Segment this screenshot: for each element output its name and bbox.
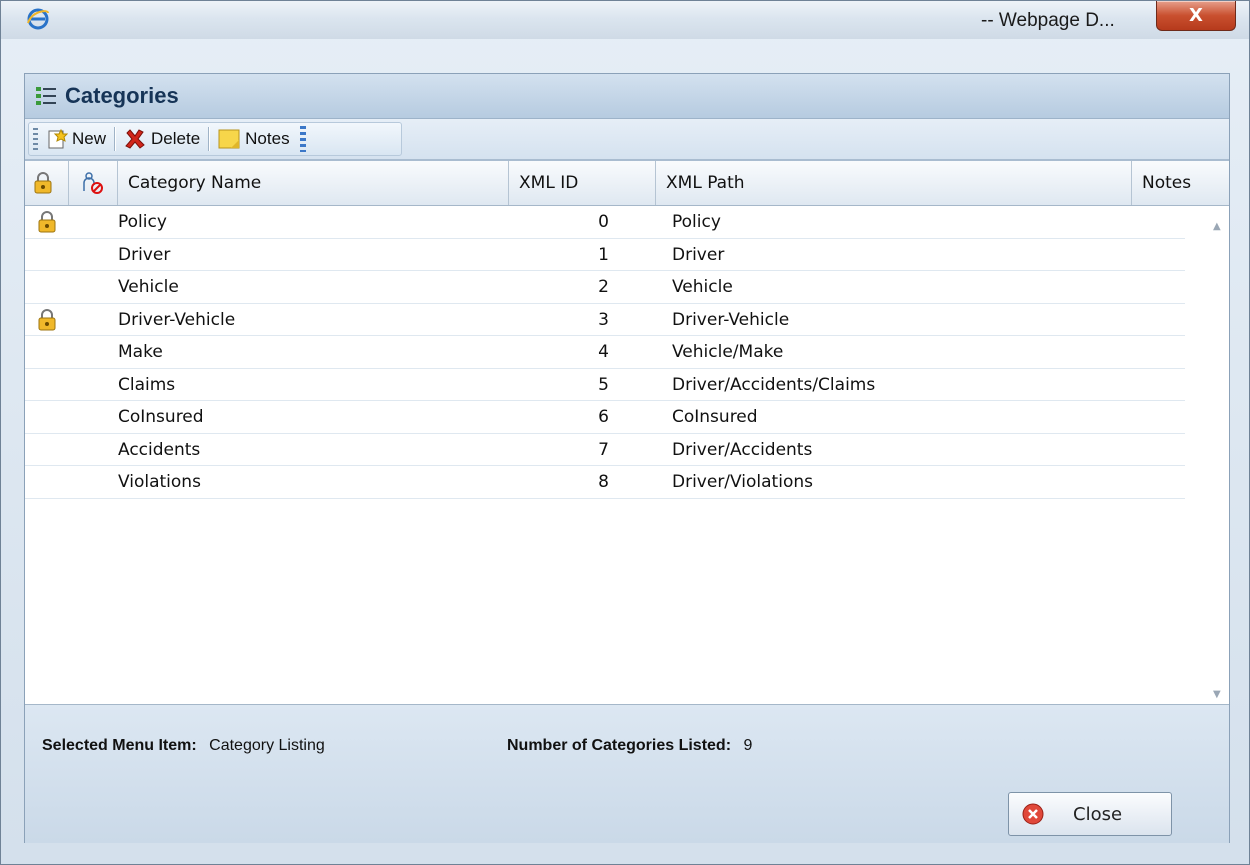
category-count-value: 9 bbox=[743, 737, 753, 754]
window-close-button[interactable]: X bbox=[1156, 1, 1236, 31]
notes-icon bbox=[218, 129, 240, 149]
xml-id-cell: 6 bbox=[598, 407, 609, 427]
table-row[interactable]: Make 4 Vehicle/Make bbox=[25, 336, 1185, 369]
category-count: Number of Categories Listed: 9 bbox=[507, 737, 752, 755]
lock-icon bbox=[25, 206, 69, 238]
delete-button[interactable]: Delete bbox=[119, 125, 204, 153]
table-row[interactable]: Driver-Vehicle 3 Driver-Vehicle bbox=[25, 304, 1185, 336]
category-count-label: Number of Categories Listed: bbox=[507, 737, 732, 754]
xml-path-cell: CoInsured bbox=[672, 407, 758, 427]
category-list-icon bbox=[35, 85, 57, 107]
scroll-down-arrow-icon[interactable]: ▼ bbox=[1213, 689, 1225, 700]
table-row[interactable]: CoInsured 6 CoInsured bbox=[25, 401, 1185, 434]
table-row[interactable]: Claims 5 Driver/Accidents/Claims bbox=[25, 369, 1185, 401]
category-name-cell: Violations bbox=[118, 472, 201, 492]
category-name-header[interactable]: Category Name bbox=[118, 161, 509, 205]
xml-id-cell: 1 bbox=[598, 244, 609, 265]
notes-header[interactable]: Notes bbox=[1132, 161, 1229, 205]
delete-label: Delete bbox=[151, 129, 201, 148]
lock-cell bbox=[25, 401, 69, 433]
toolbar-grip[interactable] bbox=[33, 128, 38, 150]
window-title: -- Webpage D... bbox=[981, 10, 1115, 31]
xml-id-cell: 0 bbox=[598, 212, 609, 232]
delete-icon bbox=[125, 129, 145, 149]
ie-logo-icon bbox=[25, 6, 51, 32]
toolbar-strip: New Delete Notes bbox=[28, 122, 402, 156]
xml-path-cell: Driver/Accidents bbox=[672, 439, 813, 460]
categories-table: Category Name XML ID XML Path Notes Poli… bbox=[25, 161, 1229, 704]
title-bar: -- Webpage D... X bbox=[1, 1, 1249, 39]
xml-path-cell: Driver bbox=[672, 244, 725, 265]
scroll-up-arrow-icon[interactable]: ▲ bbox=[1213, 221, 1225, 232]
xml-id-cell: 3 bbox=[598, 309, 609, 330]
lock-cell bbox=[25, 434, 69, 466]
toolbar-overflow-grip[interactable] bbox=[299, 126, 306, 152]
lock-cell bbox=[25, 369, 69, 401]
lock-icon bbox=[25, 304, 69, 336]
table-row[interactable]: Violations 8 Driver/Violations bbox=[25, 466, 1185, 499]
xml-id-cell: 7 bbox=[598, 439, 609, 460]
categories-panel: Categories New Delete Notes Category Nam… bbox=[24, 73, 1230, 843]
table-body: Policy 0 Policy Driver 1 Driver Vehicle 2 Vehicl… bbox=[25, 206, 1185, 499]
xml-id-header[interactable]: XML ID bbox=[509, 161, 656, 205]
table-row[interactable]: Policy 0 Policy bbox=[25, 206, 1185, 239]
category-name-cell: Driver bbox=[118, 244, 171, 265]
lock-icon bbox=[34, 172, 52, 194]
table-header: Category Name XML ID XML Path Notes bbox=[25, 161, 1229, 206]
lock-cell bbox=[25, 336, 69, 368]
category-name-cell: Make bbox=[118, 342, 163, 362]
close-circle-icon bbox=[1022, 803, 1044, 825]
xml-id-cell: 4 bbox=[598, 342, 609, 362]
lock-cell bbox=[25, 271, 69, 303]
xml-path-cell: Driver-Vehicle bbox=[672, 309, 790, 330]
xml-path-cell: Policy bbox=[672, 212, 721, 232]
panel-header: Categories bbox=[25, 74, 1229, 119]
lock-cell bbox=[25, 239, 69, 271]
restricted-column-header[interactable] bbox=[69, 161, 118, 205]
new-label: New bbox=[72, 129, 107, 148]
category-name-cell: Policy bbox=[118, 212, 167, 232]
close-button[interactable]: Close bbox=[1008, 792, 1172, 836]
table-row[interactable]: Driver 1 Driver bbox=[25, 239, 1185, 271]
close-button-label: Close bbox=[1073, 803, 1123, 825]
xml-path-cell: Vehicle/Make bbox=[672, 342, 784, 362]
xml-path-cell: Vehicle bbox=[672, 277, 733, 297]
category-name-cell: Vehicle bbox=[118, 277, 179, 297]
category-name-cell: CoInsured bbox=[118, 407, 204, 427]
lock-column-header[interactable] bbox=[25, 161, 69, 205]
dialog-footer: Selected Menu Item: Category Listing Num… bbox=[25, 704, 1229, 843]
notes-button[interactable]: Notes bbox=[213, 125, 293, 153]
close-icon: X bbox=[1189, 5, 1203, 26]
category-name-cell: Driver-Vehicle bbox=[118, 309, 236, 330]
notes-label: Notes bbox=[245, 129, 290, 148]
category-name-cell: Accidents bbox=[118, 439, 201, 460]
toolbar-separator bbox=[208, 127, 210, 151]
xml-id-cell: 2 bbox=[598, 277, 609, 297]
selected-menu-item-value: Category Listing bbox=[209, 737, 325, 754]
user-restricted-icon bbox=[83, 172, 103, 194]
xml-path-header[interactable]: XML Path bbox=[656, 161, 1132, 205]
lock-cell bbox=[25, 466, 69, 498]
xml-path-cell: Driver/Violations bbox=[672, 472, 813, 492]
category-name-cell: Claims bbox=[118, 374, 176, 395]
xml-id-cell: 5 bbox=[598, 374, 609, 395]
panel-title: Categories bbox=[65, 83, 179, 108]
xml-id-cell: 8 bbox=[598, 472, 609, 492]
xml-path-cell: Driver/Accidents/Claims bbox=[672, 374, 876, 395]
table-row[interactable]: Vehicle 2 Vehicle bbox=[25, 271, 1185, 304]
table-row[interactable]: Accidents 7 Driver/Accidents bbox=[25, 434, 1185, 466]
dialog-window: -- Webpage D... X Categories New Delete … bbox=[0, 0, 1250, 865]
new-icon bbox=[48, 128, 68, 149]
new-button[interactable]: New bbox=[42, 125, 110, 153]
toolbar: New Delete Notes bbox=[25, 119, 1229, 161]
selected-menu-item-label: Selected Menu Item: bbox=[42, 737, 197, 754]
toolbar-separator bbox=[114, 127, 116, 151]
selected-menu-item: Selected Menu Item: Category Listing bbox=[42, 737, 325, 755]
